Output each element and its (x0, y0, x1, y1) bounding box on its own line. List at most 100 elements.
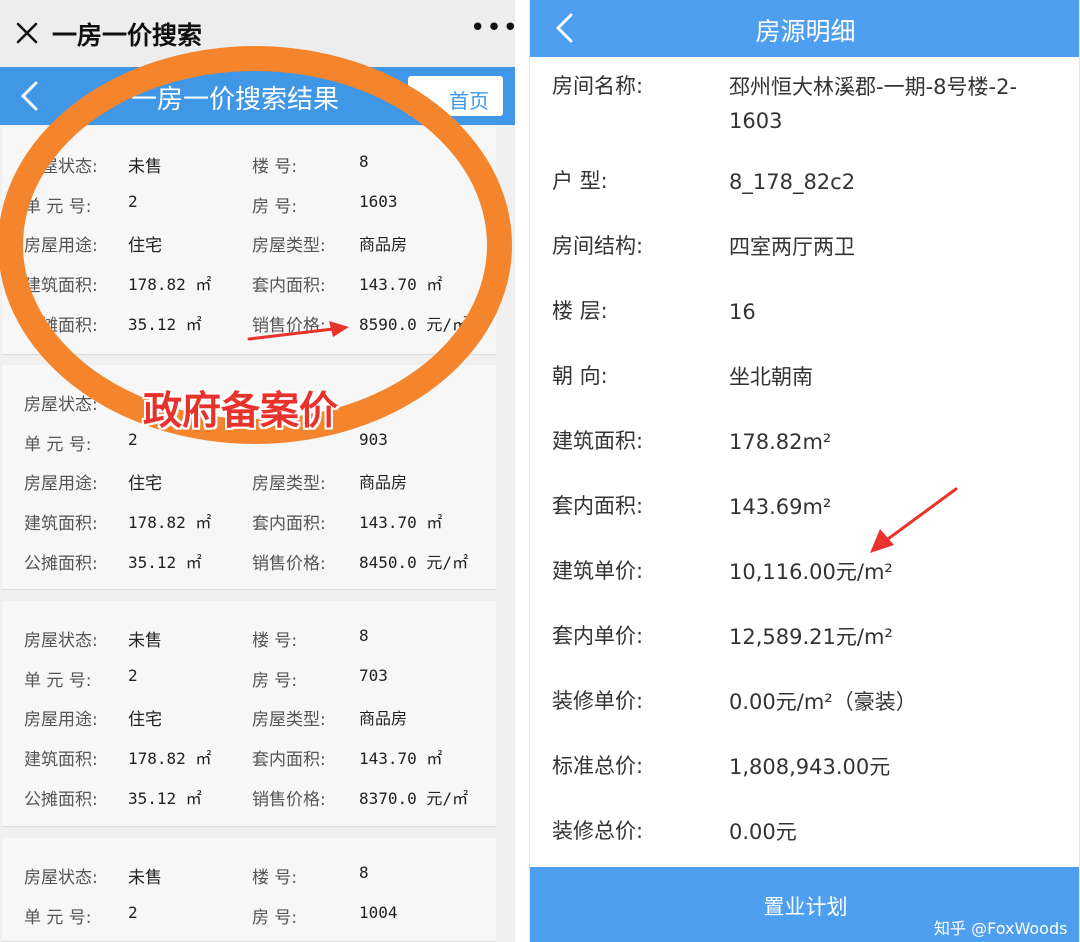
result-card[interactable]: 房屋状态: 未售 楼 号: 8 单 元 号: 2 房 号: 1603 房屋用途: 住宅 房屋类型: 商… (2, 127, 496, 355)
field-value: 35.12 ㎡ (128, 315, 202, 334)
detail-label: 套内单价: (552, 624, 644, 648)
app-header: 一房一价搜索结果 首页 (0, 67, 515, 125)
detail-value: 四室两厅两卫 (729, 235, 855, 259)
field-value: 1004 (359, 903, 398, 922)
detail-value: 143.69m² (729, 495, 832, 519)
field-label: 销售价格: (252, 790, 326, 810)
field-label: 房屋类型: (252, 236, 326, 256)
card-row: 公摊面积: 35.12 ㎡ 销售价格: 8590.0 元/㎡ (2, 311, 496, 341)
detail-label: 朝 向: (552, 364, 608, 388)
field-value: 8370.0 元/㎡ (359, 789, 469, 808)
wechat-top-bar: 一房一价搜索 ••• (0, 0, 515, 67)
field-label: 房屋类型: (252, 710, 326, 730)
field-value: 未售 (128, 631, 162, 651)
field-label: 建筑面积: (24, 750, 98, 770)
field-label: 销售价格: (252, 316, 326, 336)
field-value: 143.70 ㎡ (359, 749, 443, 768)
field-value: 未售 (128, 157, 162, 177)
field-value: 8 (359, 152, 369, 171)
field-label: 房屋用途: (24, 710, 98, 730)
field-value: 2 (128, 903, 138, 922)
field-label: 房屋状态: (24, 157, 98, 177)
detail-label: 户 型: (552, 169, 608, 193)
result-card[interactable]: 房屋状态: 未售 楼 号: 8 单 元 号: 2 房 号: 1004 (2, 838, 496, 942)
field-label: 销售价格: (252, 554, 326, 574)
detail-label: 房间结构: (552, 234, 644, 258)
result-card[interactable]: 房屋状态: 未售 楼 号: 8 单 元 号: 2 房 号: 703 房屋用途: 住宅 房屋类型: 商品… (2, 601, 496, 827)
detail-value: 178.82m² (729, 430, 832, 454)
field-label: 房屋状态: (24, 868, 98, 888)
card-row: 单 元 号: 2 房 号: 1603 (2, 192, 496, 222)
field-label: 房屋类型: (252, 474, 326, 494)
field-value: 住宅 (128, 236, 162, 256)
field-value: 143.70 ㎡ (359, 513, 443, 532)
field-label: 单 元 号: (24, 435, 92, 455)
field-label: 套内面积: (252, 276, 326, 296)
field-value: 2 (128, 666, 138, 685)
field-value: 2 (128, 192, 138, 211)
detail-label: 房间名称: (552, 74, 644, 98)
field-value: 8 (359, 626, 369, 645)
field-value: 178.82 ㎡ (128, 275, 212, 294)
field-value: 商品房 (359, 235, 408, 254)
field-value: 2 (128, 430, 138, 449)
field-label: 楼 号: (252, 631, 298, 651)
card-row: 建筑面积: 178.82 ㎡ 套内面积: 143.70 ㎡ (2, 745, 496, 775)
card-row: 房屋状态: 未售 楼 号: 8 (2, 863, 496, 893)
field-value: 903 (359, 430, 388, 449)
left-screenshot: 一房一价搜索 ••• 一房一价搜索结果 首页 房屋状态: 未售楼 号: 8 单 元 号… (0, 0, 515, 942)
field-value: 1603 (359, 192, 398, 211)
detail-title: 房源明细 (755, 17, 856, 46)
field-label: 楼 号: (252, 157, 298, 177)
field-label: 房屋状态: (24, 631, 98, 651)
field-label: 房屋用途: (24, 474, 98, 494)
field-label: 单 元 号: (24, 908, 92, 928)
home-button[interactable]: 首页 (408, 76, 503, 116)
field-label: 单 元 号: (24, 671, 92, 691)
field-value: 35.12 ㎡ (128, 789, 202, 808)
field-label: 套内面积: (252, 750, 326, 770)
detail-value: 1,808,943.00元 (729, 755, 891, 779)
field-label: 单 元 号: (24, 197, 92, 217)
detail-label: 楼 层: (552, 299, 608, 323)
field-value: 商品房 (359, 473, 408, 492)
detail-value: 8_178_82c2 (729, 170, 856, 194)
field-label: 建筑面积: (24, 514, 98, 534)
detail-label: 套内面积: (552, 494, 644, 518)
field-label: 房 号: (252, 197, 298, 217)
detail-value: 0.00元/m²（豪装） (729, 690, 917, 714)
annotation-text: 政府备案价 (143, 389, 339, 434)
right-screenshot: 房源明细 房间名称: 邳州恒大林溪郡-一期-8号楼-2-1603 户 型: 8_178… (529, 0, 1080, 942)
field-label: 房屋状态: (24, 395, 98, 415)
field-label: 套内面积: (252, 514, 326, 534)
field-value: 143.70 ㎡ (359, 275, 443, 294)
field-value: 703 (359, 666, 388, 685)
card-row: 房屋用途: 住宅 房屋类型: 商品房 (2, 469, 496, 499)
plan-button[interactable]: 置业计划 知乎 @FoxWoods (530, 867, 1079, 942)
page-title: 一房一价搜索结果 (130, 85, 339, 115)
card-row: 房屋状态: 未售 楼 号: 8 (2, 626, 496, 656)
field-label: 楼 号: (252, 868, 298, 888)
field-label: 公摊面积: (24, 790, 98, 810)
detail-header: 房源明细 (530, 0, 1079, 57)
close-icon[interactable] (14, 20, 40, 46)
card-row: 公摊面积: 35.12 ㎡ 销售价格: 8450.0 元/㎡ (2, 549, 496, 579)
wechat-title: 一房一价搜索 (52, 21, 203, 50)
detail-value: 16 (729, 300, 756, 324)
field-value: 178.82 ㎡ (128, 749, 212, 768)
card-row: 单 元 号: 2 房 号: 703 (2, 666, 496, 696)
field-label: 公摊面积: (24, 554, 98, 574)
field-value: 未售 (128, 868, 162, 888)
card-row: 建筑面积: 178.82 ㎡ 套内面积: 143.70 ㎡ (2, 271, 496, 301)
detail-value: 0.00元 (729, 820, 797, 844)
detail-label: 建筑单价: (552, 559, 644, 583)
card-row: 公摊面积: 35.12 ㎡ 销售价格: 8370.0 元/㎡ (2, 785, 496, 815)
field-label: 房 号: (252, 671, 298, 691)
field-value: 商品房 (359, 709, 408, 728)
more-icon[interactable]: ••• (470, 13, 515, 43)
field-label: 建筑面积: (24, 276, 98, 296)
detail-label: 装修总价: (552, 819, 644, 843)
watermark-credit: 知乎 @FoxWoods (934, 919, 1068, 938)
field-label: 公摊面积: (24, 316, 98, 336)
detail-value: 12,589.21元/m² (729, 625, 893, 649)
